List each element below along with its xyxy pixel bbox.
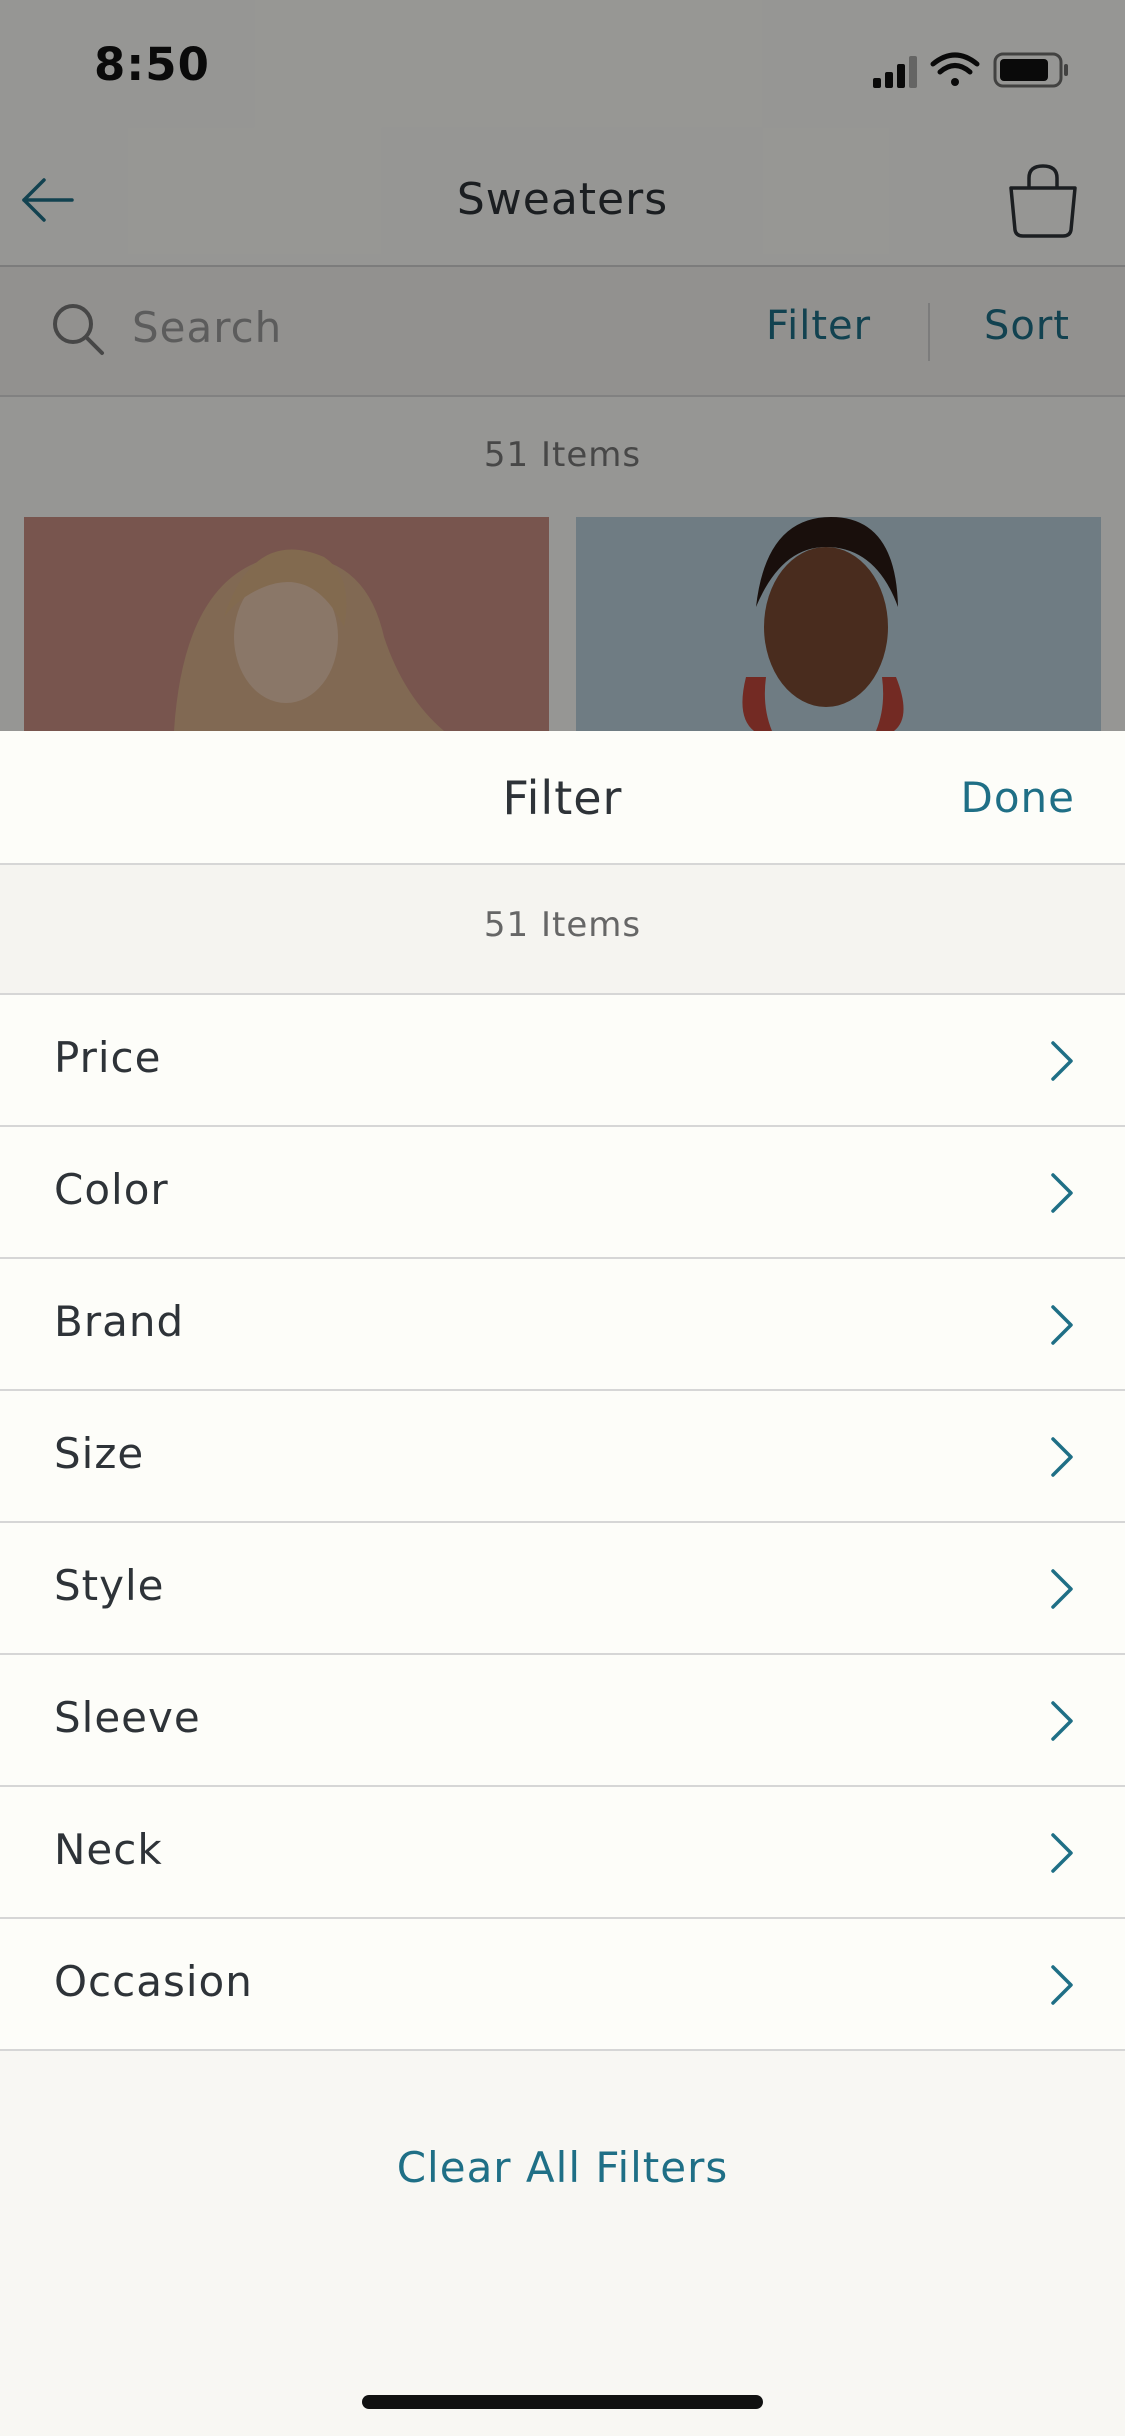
filter-option-occasion[interactable]: Occasion xyxy=(0,1919,1125,2051)
filter-option-color[interactable]: Color xyxy=(0,1127,1125,1259)
chevron-right-icon xyxy=(1051,1965,1073,2005)
filter-option-price[interactable]: Price xyxy=(0,995,1125,1127)
filter-option-label: Occasion xyxy=(54,1957,253,2006)
filter-option-size[interactable]: Size xyxy=(0,1391,1125,1523)
filter-option-label: Sleeve xyxy=(54,1693,201,1742)
filter-option-brand[interactable]: Brand xyxy=(0,1259,1125,1391)
filter-option-label: Price xyxy=(54,1033,162,1082)
home-indicator[interactable] xyxy=(362,2395,763,2409)
filter-sheet-header: Filter Done xyxy=(0,731,1125,865)
filter-option-label: Brand xyxy=(54,1297,185,1346)
filter-option-neck[interactable]: Neck xyxy=(0,1787,1125,1919)
chevron-right-icon xyxy=(1051,1173,1073,1213)
filter-sheet: Filter Done 51 Items Price Color Brand S… xyxy=(0,731,1125,2436)
filter-items-count-label: 51 Items xyxy=(483,905,642,945)
filter-sheet-title: Filter xyxy=(502,771,623,825)
clear-all-filters-button[interactable]: Clear All Filters xyxy=(0,2143,1125,2192)
chevron-right-icon xyxy=(1051,1701,1073,1741)
chevron-right-icon xyxy=(1051,1569,1073,1609)
filter-option-label: Neck xyxy=(54,1825,163,1874)
chevron-right-icon xyxy=(1051,1305,1073,1345)
filter-option-label: Style xyxy=(54,1561,165,1610)
filter-option-style[interactable]: Style xyxy=(0,1523,1125,1655)
modal-overlay[interactable] xyxy=(0,0,1125,731)
chevron-right-icon xyxy=(1051,1437,1073,1477)
filter-option-sleeve[interactable]: Sleeve xyxy=(0,1655,1125,1787)
filter-option-label: Size xyxy=(54,1429,145,1478)
filter-options-list: Price Color Brand Size Style Sleeve Neck xyxy=(0,995,1125,2051)
filter-option-label: Color xyxy=(54,1165,169,1214)
filter-items-count: 51 Items xyxy=(0,865,1125,995)
done-button[interactable]: Done xyxy=(961,773,1076,822)
chevron-right-icon xyxy=(1051,1041,1073,1081)
chevron-right-icon xyxy=(1051,1833,1073,1873)
